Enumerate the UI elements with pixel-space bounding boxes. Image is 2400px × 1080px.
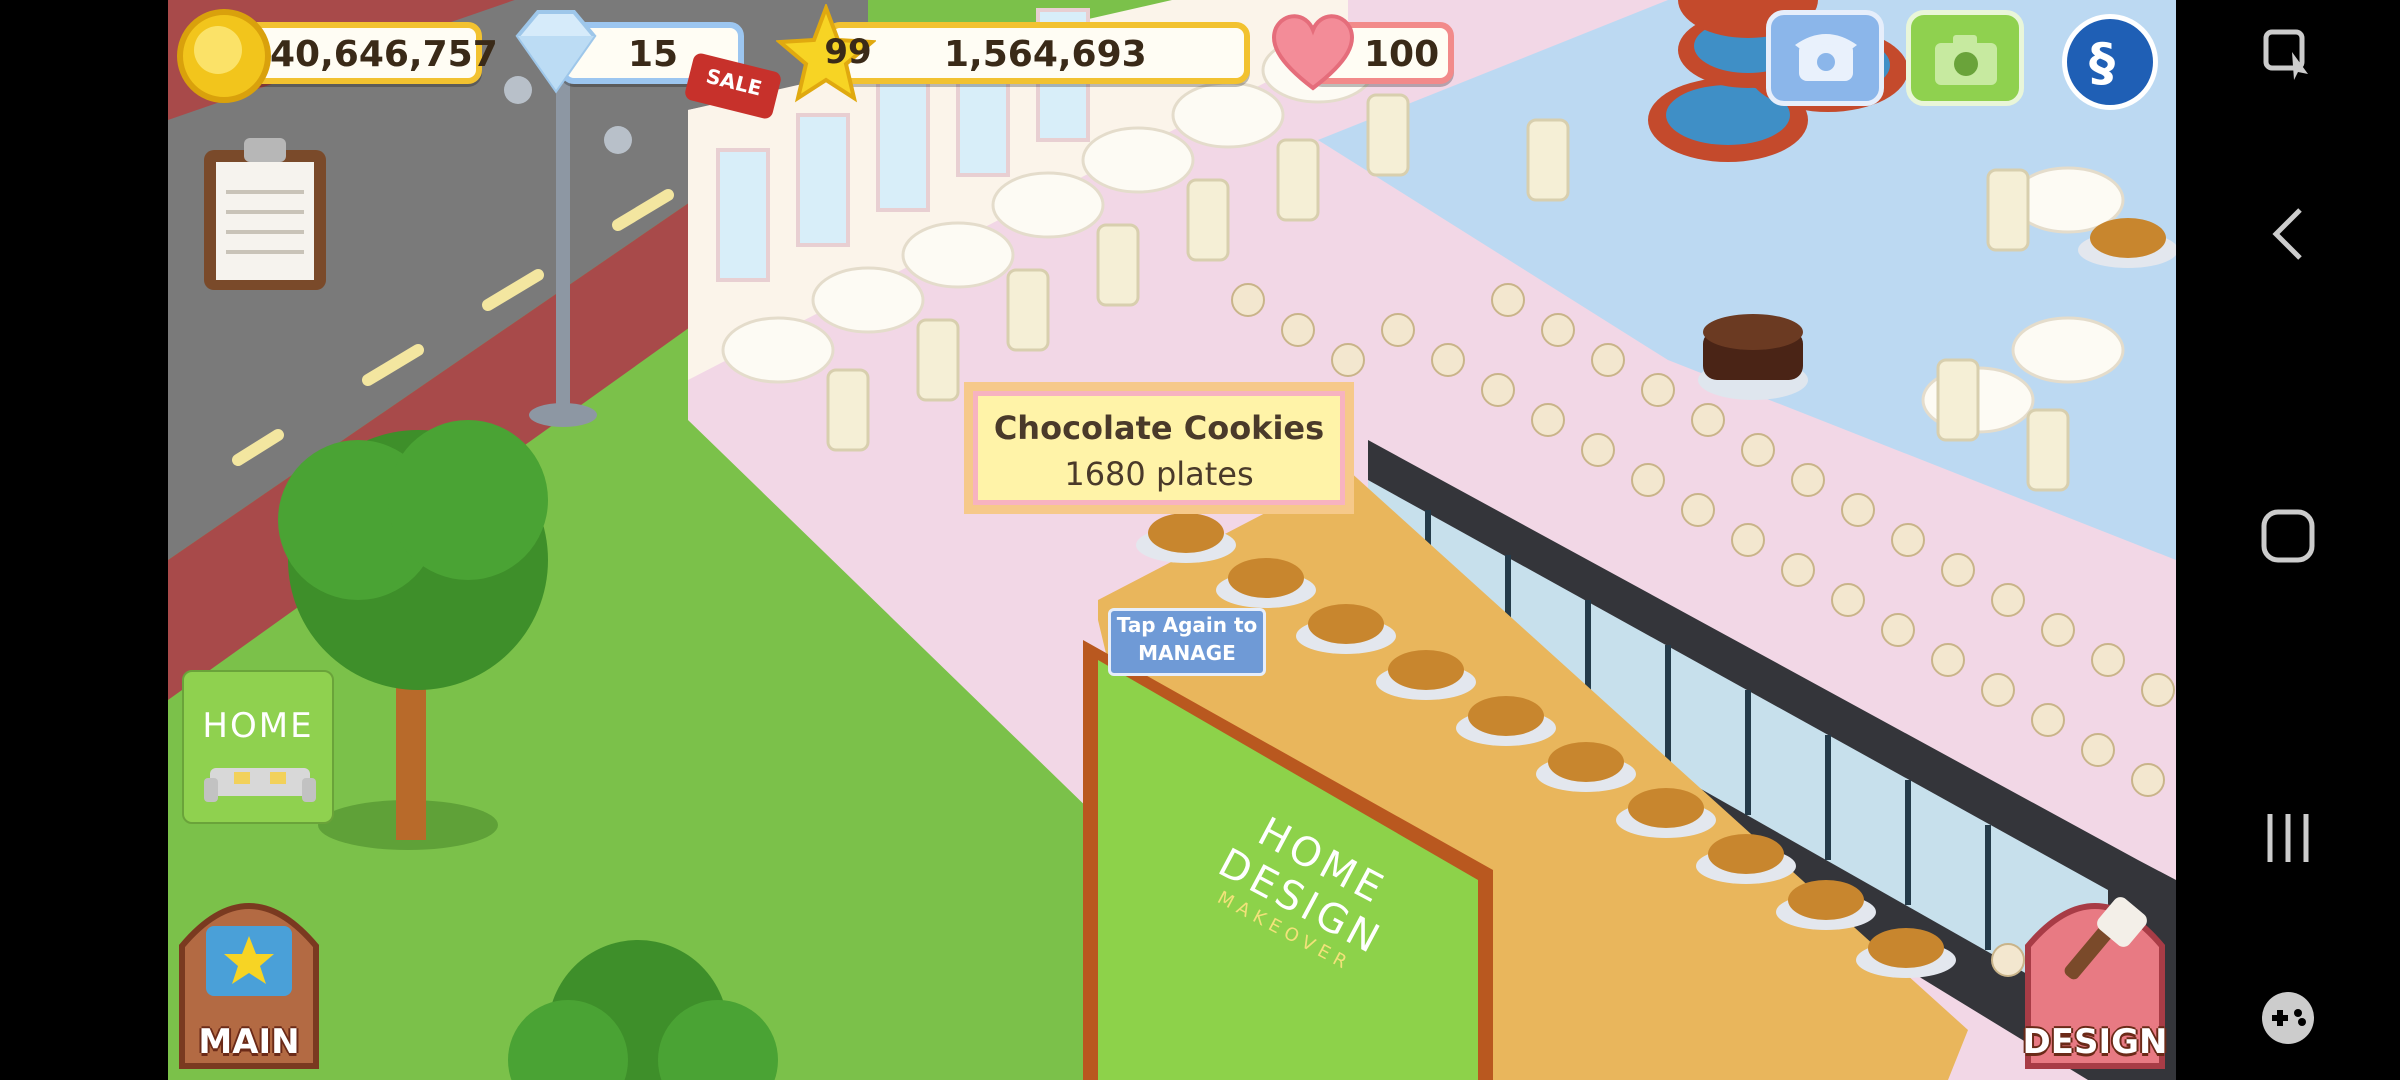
social-icon: § bbox=[2089, 33, 2115, 93]
home-nav-button[interactable] bbox=[2238, 488, 2338, 588]
item-tooltip: Chocolate Cookies 1680 plates bbox=[964, 382, 1354, 514]
design-button[interactable]: DESIGN bbox=[2022, 876, 2168, 1072]
android-nav-bar bbox=[2176, 0, 2400, 1080]
hearts-amount: 100 bbox=[1364, 34, 1440, 75]
tap-again-manage-hint[interactable]: Tap Again to MANAGE bbox=[1108, 608, 1266, 676]
camera-button[interactable] bbox=[1906, 10, 2024, 106]
design-button-label: DESIGN bbox=[2022, 1022, 2168, 1062]
tap-hint-line1: Tap Again to bbox=[1116, 613, 1258, 637]
phone-icon bbox=[1791, 29, 1861, 89]
home-design-button[interactable]: HOME bbox=[182, 670, 334, 824]
screen-pin-button[interactable] bbox=[2238, 4, 2338, 104]
cafe-scene[interactable] bbox=[168, 0, 2176, 1080]
recents-icon bbox=[2262, 810, 2314, 870]
tooltip-item-name: Chocolate Cookies bbox=[993, 409, 1325, 447]
gamepad-icon bbox=[2258, 988, 2318, 1052]
level-number: 99 bbox=[824, 32, 872, 72]
back-icon bbox=[2268, 206, 2308, 266]
back-button[interactable] bbox=[2238, 186, 2338, 286]
home-button-label: HOME bbox=[202, 706, 314, 746]
sofa-icon bbox=[204, 758, 316, 808]
recents-button[interactable] bbox=[2238, 790, 2338, 890]
tooltip-quantity: 1680 plates bbox=[1064, 455, 1254, 493]
social-button[interactable]: § bbox=[2062, 14, 2158, 110]
camera-icon bbox=[1933, 33, 1999, 87]
home-nav-icon bbox=[2260, 508, 2316, 568]
xp-counter[interactable]: 1,564,693 bbox=[826, 22, 1250, 84]
coin-counter[interactable]: 40,646,757 bbox=[244, 22, 498, 84]
main-button-label: MAIN bbox=[198, 1022, 300, 1062]
clipboard-button[interactable] bbox=[200, 132, 330, 292]
screen-pin-icon bbox=[2258, 22, 2318, 86]
gem-amount: 15 bbox=[628, 34, 679, 75]
heart-icon bbox=[1266, 8, 1360, 94]
clipboard-icon bbox=[200, 132, 330, 292]
game-tools-button[interactable] bbox=[2238, 970, 2338, 1070]
phone-button[interactable] bbox=[1766, 10, 1884, 106]
game-viewport[interactable]: HOME DESIGN MAKEOVER 40,646,757 15 SALE … bbox=[168, 0, 2176, 1080]
coin-icon bbox=[176, 8, 272, 104]
coin-amount: 40,646,757 bbox=[270, 34, 498, 75]
main-button[interactable]: MAIN bbox=[176, 876, 322, 1072]
tap-hint-line2: MANAGE bbox=[1138, 641, 1236, 665]
xp-amount: 1,564,693 bbox=[944, 34, 1147, 75]
diamond-icon bbox=[508, 6, 604, 96]
